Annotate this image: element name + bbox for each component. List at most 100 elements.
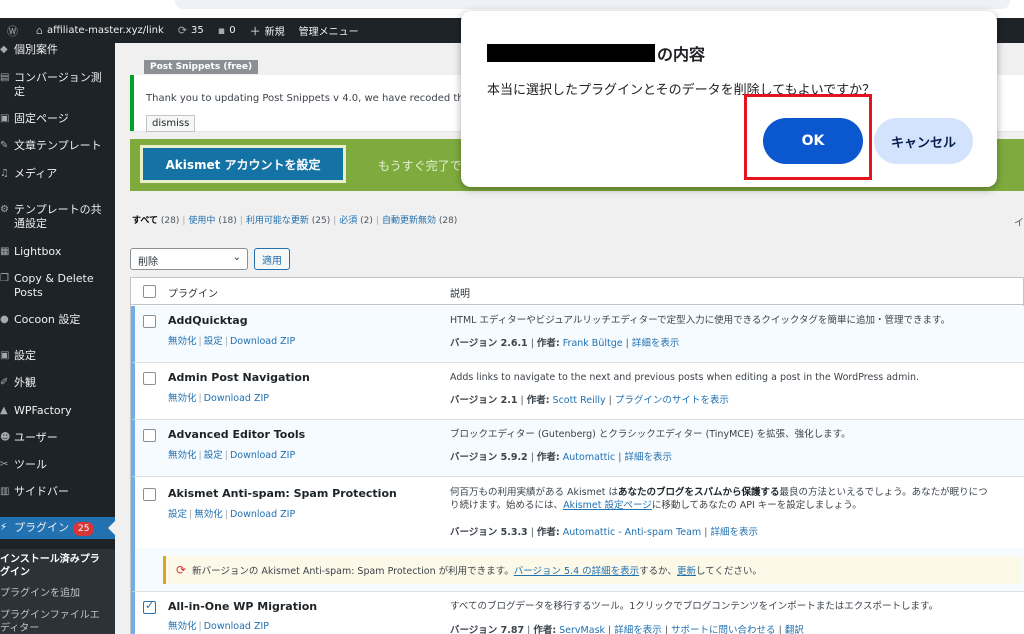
settings-link[interactable]: 設定 [204, 450, 223, 461]
user-icon: ☻ [0, 432, 11, 443]
menu-item-copy-delete[interactable]: ❐ Copy & Delete Posts [0, 272, 115, 300]
filter-updates[interactable]: 利用可能な更新 [246, 216, 309, 226]
plugin-icon: ⚡ [0, 522, 8, 533]
filter-all[interactable]: すべて [132, 216, 158, 226]
settings-link[interactable]: 設定 [204, 336, 223, 347]
details-link[interactable]: 詳細を表示 [710, 527, 758, 538]
plugin-meta: バージョン 2.1 | 作者: Scott Reilly | プラグインのサイト… [450, 395, 729, 406]
plugin-site-link[interactable]: プラグインのサイトを表示 [615, 395, 729, 406]
updates-link[interactable]: ⟳ 35 [171, 18, 211, 43]
plugin-version: バージョン 5.9.2 [450, 452, 528, 463]
site-name-link[interactable]: ⌂ affiliate-master.xyz/link [29, 18, 171, 43]
menu-label: 固定ページ [14, 112, 69, 125]
menu-item-sidebar[interactable]: ▥ サイドバー [0, 485, 115, 499]
author-link[interactable]: Automattic - Anti-spam Team [563, 527, 701, 538]
plus-icon: ＋ [249, 24, 261, 38]
menu-item-settings[interactable]: ▣ 設定 [0, 349, 115, 363]
table-row: All-in-One WP Migration 無効化|Download ZIP… [131, 592, 1024, 634]
row-checkbox-checked[interactable] [143, 599, 156, 614]
plugin-description: 何百万もの利用実績がある Akismet はあなたのブログをスパムから保護する最… [450, 486, 988, 512]
menu-item-template-settings[interactable]: ⚙ テンプレートの共通設定 [0, 203, 115, 231]
row-checkbox[interactable] [143, 372, 156, 385]
menu-item-cocoon[interactable]: ● Cocoon 設定 [0, 313, 115, 327]
menu-label: ツール [14, 458, 47, 471]
comments-count: 0 [229, 25, 236, 36]
submenu-add-plugin[interactable]: プラグインを追加 [0, 587, 115, 600]
filter-updates-count: (25) [311, 216, 331, 226]
filter-active[interactable]: 使用中 [188, 216, 215, 226]
author-link[interactable]: Frank Bültge [563, 338, 623, 349]
menu-item-media[interactable]: ♫ メディア [0, 167, 115, 181]
plugin-meta: バージョン 2.6.1 | 作者: Frank Bültge | 詳細を表示 [450, 338, 680, 349]
menu-item-templates[interactable]: ✎ 文章テンプレート [0, 139, 115, 153]
menu-label: ユーザー [14, 431, 58, 444]
support-link[interactable]: サポートに問い合わせる [671, 625, 776, 634]
copy-icon: ❐ [0, 273, 9, 284]
plugin-version: バージョン 7.87 [450, 625, 525, 634]
download-zip-link[interactable]: Download ZIP [204, 621, 269, 632]
wp-logo-menu[interactable]: Ⓦ [0, 18, 29, 43]
column-description: 説明 [450, 289, 470, 300]
column-plugin: プラグイン [168, 289, 218, 300]
settings-link[interactable]: 設定 [168, 509, 187, 520]
comments-link[interactable]: ▪ 0 [211, 18, 243, 43]
plugin-name: All-in-One WP Migration [168, 600, 318, 613]
menu-item-appearance[interactable]: ✐ 外観 [0, 376, 115, 390]
deactivate-link[interactable]: 無効化 [168, 393, 197, 404]
author-link[interactable]: Scott Reilly [553, 395, 606, 406]
submenu-installed-plugins[interactable]: インストール済みプラグイン [0, 553, 115, 579]
download-zip-link[interactable]: Download ZIP [230, 336, 295, 347]
chart-icon: ▤ [0, 72, 10, 83]
row-checkbox[interactable] [143, 315, 156, 328]
cancel-button[interactable]: キャンセル [874, 118, 973, 164]
filter-autoupdate-off[interactable]: 自動更新無効 [382, 216, 436, 226]
author-label: 作者: [536, 452, 560, 463]
menu-item-tools[interactable]: ✂ ツール [0, 458, 115, 472]
version-details-link[interactable]: バージョン 5.4 の詳細を表示 [514, 563, 639, 577]
new-label: 新規 [264, 27, 285, 38]
deactivate-link[interactable]: 無効化 [168, 336, 197, 347]
table-row: Advanced Editor Tools 無効化 | 設定 | Download ZI… [131, 420, 1024, 477]
akismet-settings-link[interactable]: Akismet 設定ページ [563, 500, 652, 511]
dismiss-button[interactable]: dismiss [146, 115, 196, 132]
update-now-link[interactable]: 更新 [677, 563, 696, 577]
new-content-link[interactable]: ＋新規 [243, 18, 292, 43]
menu-item-lightbox[interactable]: ▦ Lightbox [0, 245, 115, 259]
plugin-name: AddQuicktag [168, 314, 248, 327]
row-checkbox[interactable] [143, 488, 156, 501]
menu-item-wpfactory[interactable]: ▲ WPFactory [0, 404, 115, 418]
row-actions: 無効化 | Download ZIP [168, 621, 269, 632]
deactivate-link[interactable]: 無効化 [168, 621, 197, 632]
wrench-icon: ✂ [0, 459, 9, 470]
admin-menu-link[interactable]: 管理メニュー [292, 18, 366, 43]
author-link[interactable]: Automattic [563, 452, 615, 463]
submenu-plugin-file-editor[interactable]: プラグインファイルエディター [0, 609, 115, 634]
apply-button[interactable]: 適用 [254, 248, 290, 270]
menu-item-users[interactable]: ☻ ユーザー [0, 431, 115, 445]
author-link[interactable]: ServMask [559, 625, 605, 634]
menu-item-pages[interactable]: ▣ 固定ページ [0, 112, 115, 126]
updates-count: 35 [191, 25, 204, 36]
active-arrow [108, 521, 115, 535]
select-all-checkbox[interactable] [143, 285, 156, 298]
download-zip-link[interactable]: Download ZIP [204, 393, 269, 404]
download-zip-link[interactable]: Download ZIP [230, 450, 295, 461]
template-icon: ✎ [0, 140, 9, 151]
desc-text: り続けます。始めるには、 [450, 500, 564, 511]
akismet-setup-button[interactable]: Akismet アカウントを設定 [140, 145, 346, 183]
desc-text: 最良の方法といえるでしょう。あなたが眠りにつ [779, 487, 988, 498]
bulk-action-select[interactable]: 削除 ⌄ [130, 248, 248, 270]
details-link[interactable]: 詳細を表示 [632, 338, 680, 349]
download-zip-link[interactable]: Download ZIP [230, 509, 295, 520]
row-checkbox[interactable] [143, 429, 156, 442]
menu-item-plugins[interactable]: ⚡ プラグイン 25 [0, 517, 115, 539]
details-link[interactable]: 詳細を表示 [624, 452, 672, 463]
menu-item-kobetsu[interactable]: ◆ 個別案件 [0, 43, 115, 57]
menu-item-conversion[interactable]: ▤ コンバージョン測定 [0, 71, 115, 99]
deactivate-link[interactable]: 無効化 [168, 450, 197, 461]
filter-required[interactable]: 必須 [339, 216, 357, 226]
deactivate-link[interactable]: 無効化 [194, 509, 223, 520]
translate-link[interactable]: 翻訳 [785, 625, 804, 634]
details-link[interactable]: 詳細を表示 [614, 625, 662, 634]
akismet-banner-text: もうすぐ完了で [378, 159, 462, 173]
